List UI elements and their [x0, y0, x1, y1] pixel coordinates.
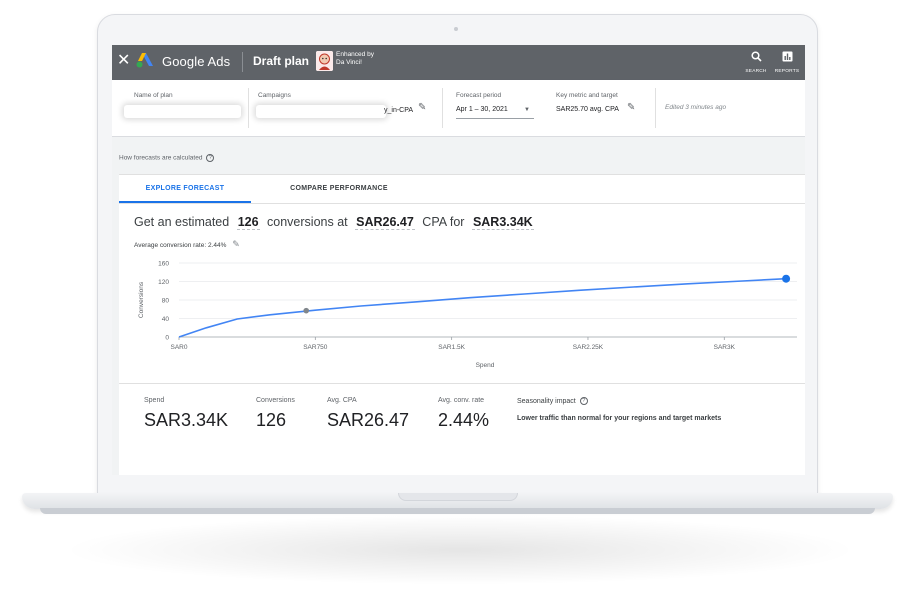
campaigns-label: Campaigns	[258, 92, 291, 99]
forecast-chart[interactable]: 0 40 80 120 160 SAR0 SAR750 SAR1.5K SAR2.25K SAR3…	[119, 251, 805, 381]
forecast-period-value[interactable]: Apr 1 – 30, 2021	[456, 106, 508, 113]
stat-label: Avg. conv. rate	[438, 397, 485, 404]
y-tick-label: 80	[162, 298, 170, 305]
plan-name-label: Name of plan	[134, 92, 173, 99]
help-icon[interactable]: ?	[579, 397, 588, 405]
stat-label: Avg. CPA	[327, 397, 357, 404]
reports-icon	[782, 51, 792, 62]
x-tick-label: SAR750	[303, 344, 328, 351]
average-conversion-rate: Average conversion rate: 2.44% ✎	[134, 239, 240, 250]
key-metric-label: Key metric and target	[556, 92, 618, 99]
headline-part-3: CPA for	[422, 215, 465, 229]
stat-label: Conversions	[256, 397, 295, 404]
stat-value: 126	[256, 410, 287, 430]
y-tick-label: 40	[162, 316, 170, 323]
stat-label: Spend	[144, 397, 165, 404]
x-tick-label: SAR1.5K	[438, 344, 465, 351]
laptop-notch	[398, 493, 518, 501]
x-tick-label: SAR0	[171, 344, 188, 351]
headline-conversions[interactable]: 126	[236, 215, 260, 230]
forecast-headline: Get an estimated 126 conversions at SAR2…	[134, 215, 538, 230]
seasonality-text: Lower traffic than normal for your regio…	[517, 415, 722, 422]
how-forecasts-text: How forecasts are calculated	[119, 154, 203, 162]
topbar-separator	[242, 52, 243, 72]
settings-divider	[442, 88, 443, 128]
main-content: How forecasts are calculated ? EXPLORE F…	[112, 137, 805, 475]
close-icon[interactable]: ✕	[117, 52, 130, 70]
tab-explore-forecast[interactable]: EXPLORE FORECAST	[119, 175, 251, 203]
stat-avg-conv-rate: Avg. conv. rate 2.44%	[438, 397, 489, 431]
key-metric-value: SAR25.70 avg. CPA	[556, 106, 619, 113]
laptop-camera	[454, 27, 458, 31]
edited-timestamp: Edited 3 minutes ago	[665, 104, 727, 111]
y-tick-label: 120	[158, 279, 169, 286]
top-bar: ✕ Google Ads Draft plan Enhanced by Da V…	[112, 45, 805, 80]
avatar-image	[316, 51, 333, 71]
series-line	[178, 277, 787, 338]
seasonality-title-text: Seasonality impact	[517, 397, 576, 405]
app-screen: ✕ Google Ads Draft plan Enhanced by Da V…	[112, 45, 805, 475]
reports-button-label: REPORTS	[774, 69, 800, 74]
enhanced-by-label: Enhanced by Da Vinci!	[336, 51, 388, 67]
stat-conversions: Conversions 126	[256, 397, 295, 431]
x-axis-label: Spend	[476, 362, 495, 369]
search-button[interactable]: SEARCH	[739, 49, 773, 74]
average-conversion-rate-text: Average conversion rate: 2.44%	[134, 242, 227, 249]
settings-divider	[248, 88, 249, 128]
headline-spend[interactable]: SAR3.34K	[471, 215, 534, 230]
campaigns-field[interactable]	[256, 105, 386, 118]
stat-avg-cpa: Avg. CPA SAR26.47	[327, 397, 409, 431]
floor-shadow	[60, 515, 860, 585]
card-divider	[119, 383, 805, 384]
y-tick-label: 160	[158, 261, 169, 268]
plan-title: Draft plan	[253, 54, 310, 68]
reports-button[interactable]: REPORTS	[770, 49, 804, 74]
enhanced-by-name: Da Vinci!	[336, 59, 362, 66]
chevron-down-icon[interactable]: ▼	[524, 107, 530, 113]
forecast-period-label: Forecast period	[456, 92, 502, 99]
plan-name-field[interactable]	[124, 105, 241, 118]
seasonality-title: Seasonality impact ?	[517, 397, 588, 405]
stat-value: 2.44%	[438, 410, 490, 430]
stat-value: SAR26.47	[327, 410, 410, 430]
avatar	[316, 51, 333, 71]
y-tick-label: 0	[165, 335, 169, 342]
tabs-underline	[119, 203, 805, 204]
x-tick-label: SAR3K	[714, 344, 736, 351]
pencil-icon[interactable]: ✎	[418, 102, 426, 113]
forecast-point-marker	[782, 274, 791, 283]
forecast-dropdown-underline	[456, 118, 534, 119]
headline-cpa[interactable]: SAR26.47	[355, 215, 415, 230]
headline-part-2: conversions at	[267, 215, 348, 229]
plan-settings-bar: Name of plan Campaigns y_in-CPA ✎ Foreca…	[112, 80, 805, 137]
stat-value: SAR3.34K	[144, 410, 229, 430]
stat-spend: Spend SAR3.34K	[144, 397, 228, 431]
search-button-label: SEARCH	[745, 69, 767, 74]
target-point-marker	[303, 307, 310, 314]
pencil-icon[interactable]: ✎	[232, 239, 240, 249]
headline-part-1: Get an estimated	[134, 215, 230, 229]
x-tick-label: SAR2.25K	[573, 344, 604, 351]
how-forecasts-link[interactable]: How forecasts are calculated ?	[119, 154, 215, 162]
google-ads-logo	[136, 53, 153, 68]
laptop-base-bottom	[40, 508, 875, 514]
brand-name: Google Ads	[162, 54, 231, 69]
help-icon[interactable]: ?	[206, 154, 215, 162]
enhanced-by-text: Enhanced by	[336, 51, 374, 58]
pencil-icon[interactable]: ✎	[627, 102, 635, 113]
campaigns-value-suffix: y_in-CPA	[384, 107, 414, 114]
search-icon	[750, 51, 762, 62]
settings-divider	[655, 88, 656, 128]
forecast-card: EXPLORE FORECAST COMPARE PERFORMANCE Get…	[119, 174, 805, 475]
y-axis-label: Conversions	[138, 281, 145, 318]
tab-compare-performance[interactable]: COMPARE PERFORMANCE	[269, 175, 409, 203]
